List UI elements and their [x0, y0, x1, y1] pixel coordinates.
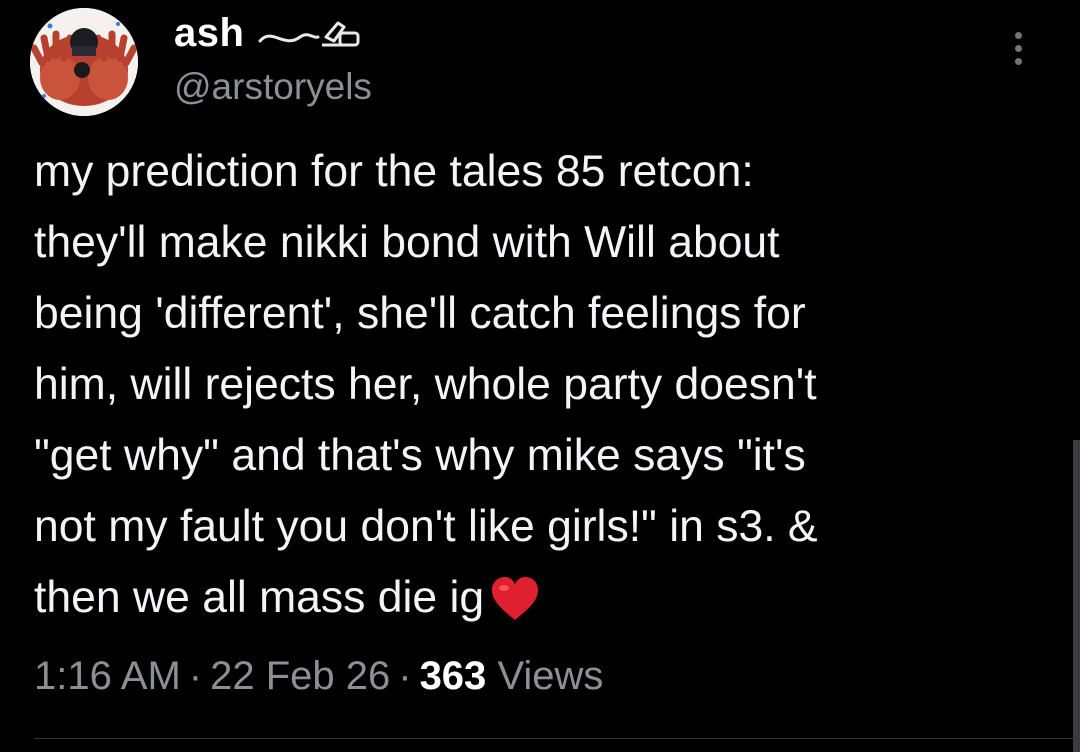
user-names: ash @arstoryels — [174, 8, 372, 108]
tweet-date[interactable]: 22 Feb 26 — [210, 654, 390, 698]
more-dot-icon — [1014, 32, 1022, 39]
divider — [34, 738, 1080, 739]
tweet-card: ash @arstoryels my prediction for the ta… — [0, 0, 1080, 752]
views-label[interactable]: Views — [497, 654, 603, 698]
meta-separator: · — [398, 654, 412, 698]
display-name-row: ash — [174, 8, 372, 58]
red-heart-icon — [490, 572, 540, 643]
tweet-meta: 1:16 AM · 22 Feb 26 · 363 Views — [34, 654, 603, 699]
scrollbar[interactable] — [1073, 440, 1080, 752]
tweet-text: my prediction for the tales 85 retcon: t… — [34, 136, 1044, 643]
avatar-hands-image — [30, 8, 138, 116]
more-dot-icon — [1014, 45, 1022, 52]
more-options-button[interactable] — [1008, 32, 1028, 76]
user-handle[interactable]: @arstoryels — [174, 66, 372, 108]
views-count[interactable]: 363 — [420, 654, 487, 698]
tweet-text-body: my prediction for the tales 85 retcon: t… — [34, 147, 818, 622]
writing-hand-icon — [256, 15, 366, 51]
more-dot-icon — [1014, 58, 1022, 65]
tweet-header: ash @arstoryels — [30, 8, 1050, 118]
meta-separator: · — [188, 654, 203, 698]
avatar[interactable] — [30, 8, 138, 116]
display-name[interactable]: ash — [174, 11, 244, 56]
tweet-time[interactable]: 1:16 AM — [34, 654, 181, 698]
